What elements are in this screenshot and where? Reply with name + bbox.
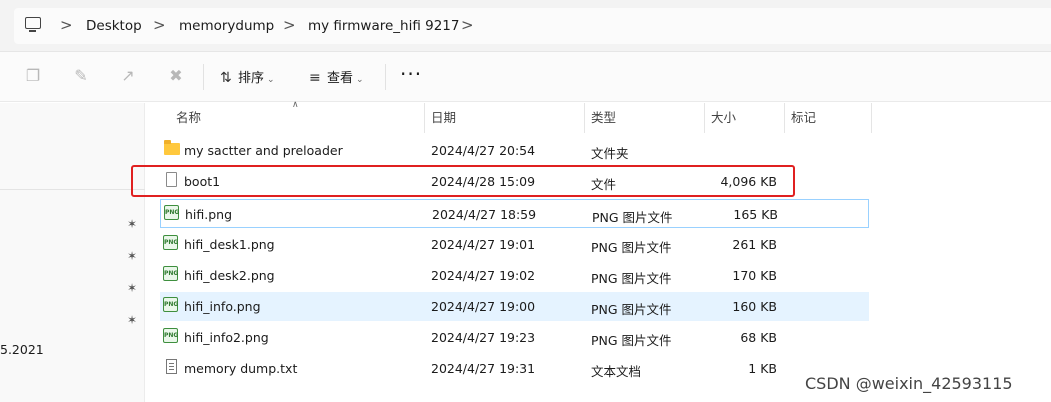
toolbar-divider (385, 64, 386, 90)
file-name: hifi_info2.png (184, 330, 269, 345)
column-name[interactable]: 名称 (170, 103, 425, 133)
png-icon: PNG (163, 266, 178, 281)
share-icon[interactable]: ↗ (118, 66, 138, 86)
chevron-right-icon[interactable]: > (283, 16, 296, 34)
more-icon[interactable]: ··· (400, 62, 422, 86)
annotation-highlight-box (131, 165, 795, 197)
file-list: ∧ 名称 日期 类型 大小 标记 my sactter and preloade… (160, 100, 910, 402)
png-icon: PNG (163, 235, 178, 250)
file-type: 文件夹 (591, 146, 629, 161)
file-name: memory dump.txt (184, 361, 298, 376)
list-item[interactable]: PNG hifi.png 2024/4/27 18:59 PNG 图片文件 16… (160, 199, 869, 228)
rename-icon[interactable]: ✎ (71, 66, 91, 86)
pin-icon[interactable]: ✶ (127, 217, 137, 231)
list-item[interactable]: my sactter and preloader 2024/4/27 20:54… (160, 136, 869, 165)
breadcrumb[interactable] (14, 8, 1051, 44)
file-type: PNG 图片文件 (591, 302, 672, 317)
view-button[interactable]: ≡ 查看 ⌄ (309, 67, 364, 86)
file-date: 2024/4/27 19:23 (431, 330, 536, 345)
command-bar: ❐ ✎ ↗ ✖ ⇅ 排序 ⌄ ≡ 查看 ⌄ ··· (0, 52, 1051, 102)
view-label: 查看 (327, 71, 354, 86)
file-type: PNG 图片文件 (592, 210, 673, 225)
nav-divider (0, 189, 145, 190)
navigation-pane: ✶ ✶ ✶ ✶ 5.2021 (0, 103, 145, 402)
file-name: hifi_desk2.png (184, 268, 275, 283)
file-name: my sactter and preloader (184, 143, 343, 158)
breadcrumb-current-folder[interactable]: my firmware_hifi 9217 (308, 18, 459, 34)
pin-icon[interactable]: ✶ (127, 249, 137, 263)
chevron-right-icon[interactable]: > (461, 16, 474, 34)
address-bar: > Desktop > memorydump > my firmware_hif… (0, 0, 1051, 52)
list-item[interactable]: PNG hifi_info.png 2024/4/27 19:00 PNG 图片… (160, 292, 869, 321)
file-date: 2024/4/27 18:59 (432, 207, 537, 222)
file-date: 2024/4/27 19:02 (431, 268, 536, 283)
file-size: 170 KB (732, 268, 777, 283)
chevron-right-icon[interactable]: > (153, 16, 166, 34)
chevron-down-icon: ⌄ (356, 75, 364, 85)
png-icon: PNG (164, 205, 179, 220)
file-name: hifi.png (185, 207, 233, 222)
nav-item-text[interactable]: 5.2021 (0, 342, 44, 357)
file-type: PNG 图片文件 (591, 271, 672, 286)
chevron-right-icon[interactable]: > (60, 16, 73, 34)
file-date: 2024/4/27 19:00 (431, 299, 536, 314)
file-size: 165 KB (733, 207, 778, 222)
list-item[interactable]: PNG hifi_desk1.png 2024/4/27 19:01 PNG 图… (160, 230, 869, 259)
file-date: 2024/4/27 19:01 (431, 237, 536, 252)
png-icon: PNG (163, 328, 178, 343)
chevron-down-icon: ⌄ (267, 75, 275, 85)
sort-icon: ⇅ (220, 70, 232, 86)
toolbar-divider (203, 64, 204, 90)
folder-icon (164, 140, 180, 155)
delete-icon[interactable]: ✖ (166, 66, 186, 86)
file-type: PNG 图片文件 (591, 333, 672, 348)
file-size: 261 KB (732, 237, 777, 252)
file-type: PNG 图片文件 (591, 240, 672, 255)
file-type: 文本文档 (591, 364, 642, 379)
column-type[interactable]: 类型 (585, 103, 705, 133)
breadcrumb-memorydump[interactable]: memorydump (179, 18, 274, 34)
pin-icon[interactable]: ✶ (127, 313, 137, 327)
file-size: 68 KB (740, 330, 777, 345)
png-icon: PNG (163, 297, 178, 312)
file-name: hifi_desk1.png (184, 237, 275, 252)
list-item[interactable]: PNG hifi_info2.png 2024/4/27 19:23 PNG 图… (160, 323, 869, 352)
breadcrumb-desktop[interactable]: Desktop (86, 18, 142, 34)
copy-icon[interactable]: ❐ (23, 66, 43, 86)
column-date[interactable]: 日期 (425, 103, 585, 133)
sort-label: 排序 (238, 71, 265, 86)
file-date: 2024/4/27 20:54 (431, 143, 536, 158)
watermark-text: CSDN @weixin_42593115 (805, 374, 1013, 393)
file-size: 1 KB (748, 361, 777, 376)
list-item[interactable]: memory dump.txt 2024/4/27 19:31 文本文档 1 K… (160, 354, 869, 383)
file-size: 160 KB (732, 299, 777, 314)
this-pc-icon[interactable] (25, 17, 41, 32)
column-header: ∧ 名称 日期 类型 大小 标记 (160, 100, 872, 133)
text-file-icon (166, 359, 177, 374)
sort-button[interactable]: ⇅ 排序 ⌄ (220, 67, 275, 86)
pin-icon[interactable]: ✶ (127, 281, 137, 295)
file-name: hifi_info.png (184, 299, 261, 314)
list-item[interactable]: PNG hifi_desk2.png 2024/4/27 19:02 PNG 图… (160, 261, 869, 290)
column-size[interactable]: 大小 (705, 103, 785, 133)
file-date: 2024/4/27 19:31 (431, 361, 536, 376)
column-tags[interactable]: 标记 (785, 103, 872, 133)
view-icon: ≡ (309, 70, 321, 86)
